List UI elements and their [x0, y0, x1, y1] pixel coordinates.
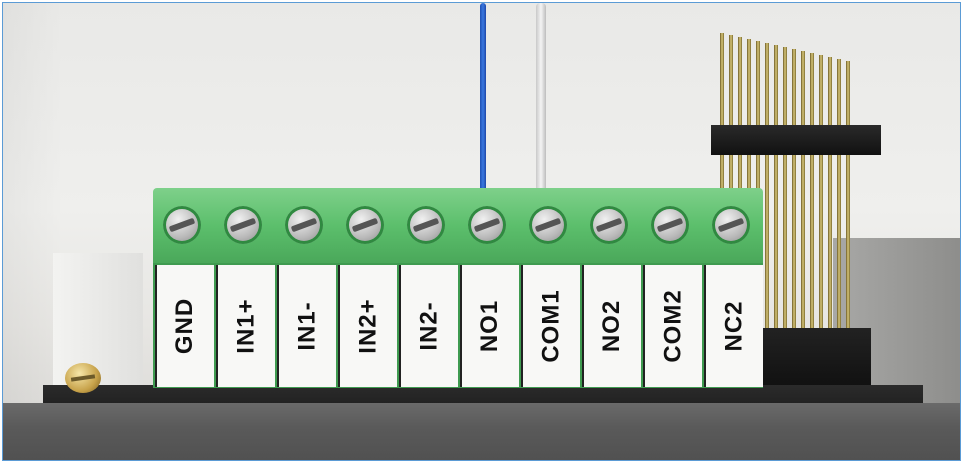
terminal-screw [224, 206, 262, 244]
photo-frame: GND IN1+ IN1- IN2+ IN2- NO1 COM1 NO2 COM2 NC2 [2, 2, 961, 461]
terminal-label-text: IN1- [293, 301, 321, 351]
terminal-label-text: COM2 [659, 289, 687, 363]
terminal-label-text: IN1+ [232, 298, 260, 354]
terminal-screw [285, 206, 323, 244]
terminal-screw [468, 206, 506, 244]
terminal-label-text: IN2+ [354, 298, 382, 354]
mounting-screw [65, 363, 101, 393]
terminal-label-text: NC2 [720, 300, 748, 352]
terminal-screw [407, 206, 445, 244]
terminal-label: IN1- [277, 265, 336, 387]
terminal-label: IN2- [399, 265, 458, 387]
terminal-label-text: IN2- [415, 301, 443, 351]
terminal-screw [590, 206, 628, 244]
pin-header-base [763, 328, 871, 386]
terminal-screw [346, 206, 384, 244]
enclosure-base [3, 403, 960, 460]
terminal-screw [651, 206, 689, 244]
pin-header-spacer [711, 125, 881, 155]
terminal-label: GND [155, 265, 214, 387]
terminal-label-text: NO1 [476, 299, 504, 353]
white-wire [536, 3, 546, 193]
terminal-label: NO1 [460, 265, 519, 387]
terminal-label: COM1 [521, 265, 580, 387]
terminal-screw [712, 206, 750, 244]
terminal-label: IN1+ [216, 265, 275, 387]
terminal-label: NC2 [704, 265, 763, 387]
terminal-label: NO2 [582, 265, 641, 387]
terminal-label-text: GND [171, 297, 199, 355]
terminal-label-text: NO2 [598, 299, 626, 353]
terminal-label: COM2 [643, 265, 702, 387]
terminal-label: IN2+ [338, 265, 397, 387]
blue-wire [480, 3, 486, 193]
terminal-screw [529, 206, 567, 244]
terminal-label-text: COM1 [537, 289, 565, 363]
terminal-screw [163, 206, 201, 244]
